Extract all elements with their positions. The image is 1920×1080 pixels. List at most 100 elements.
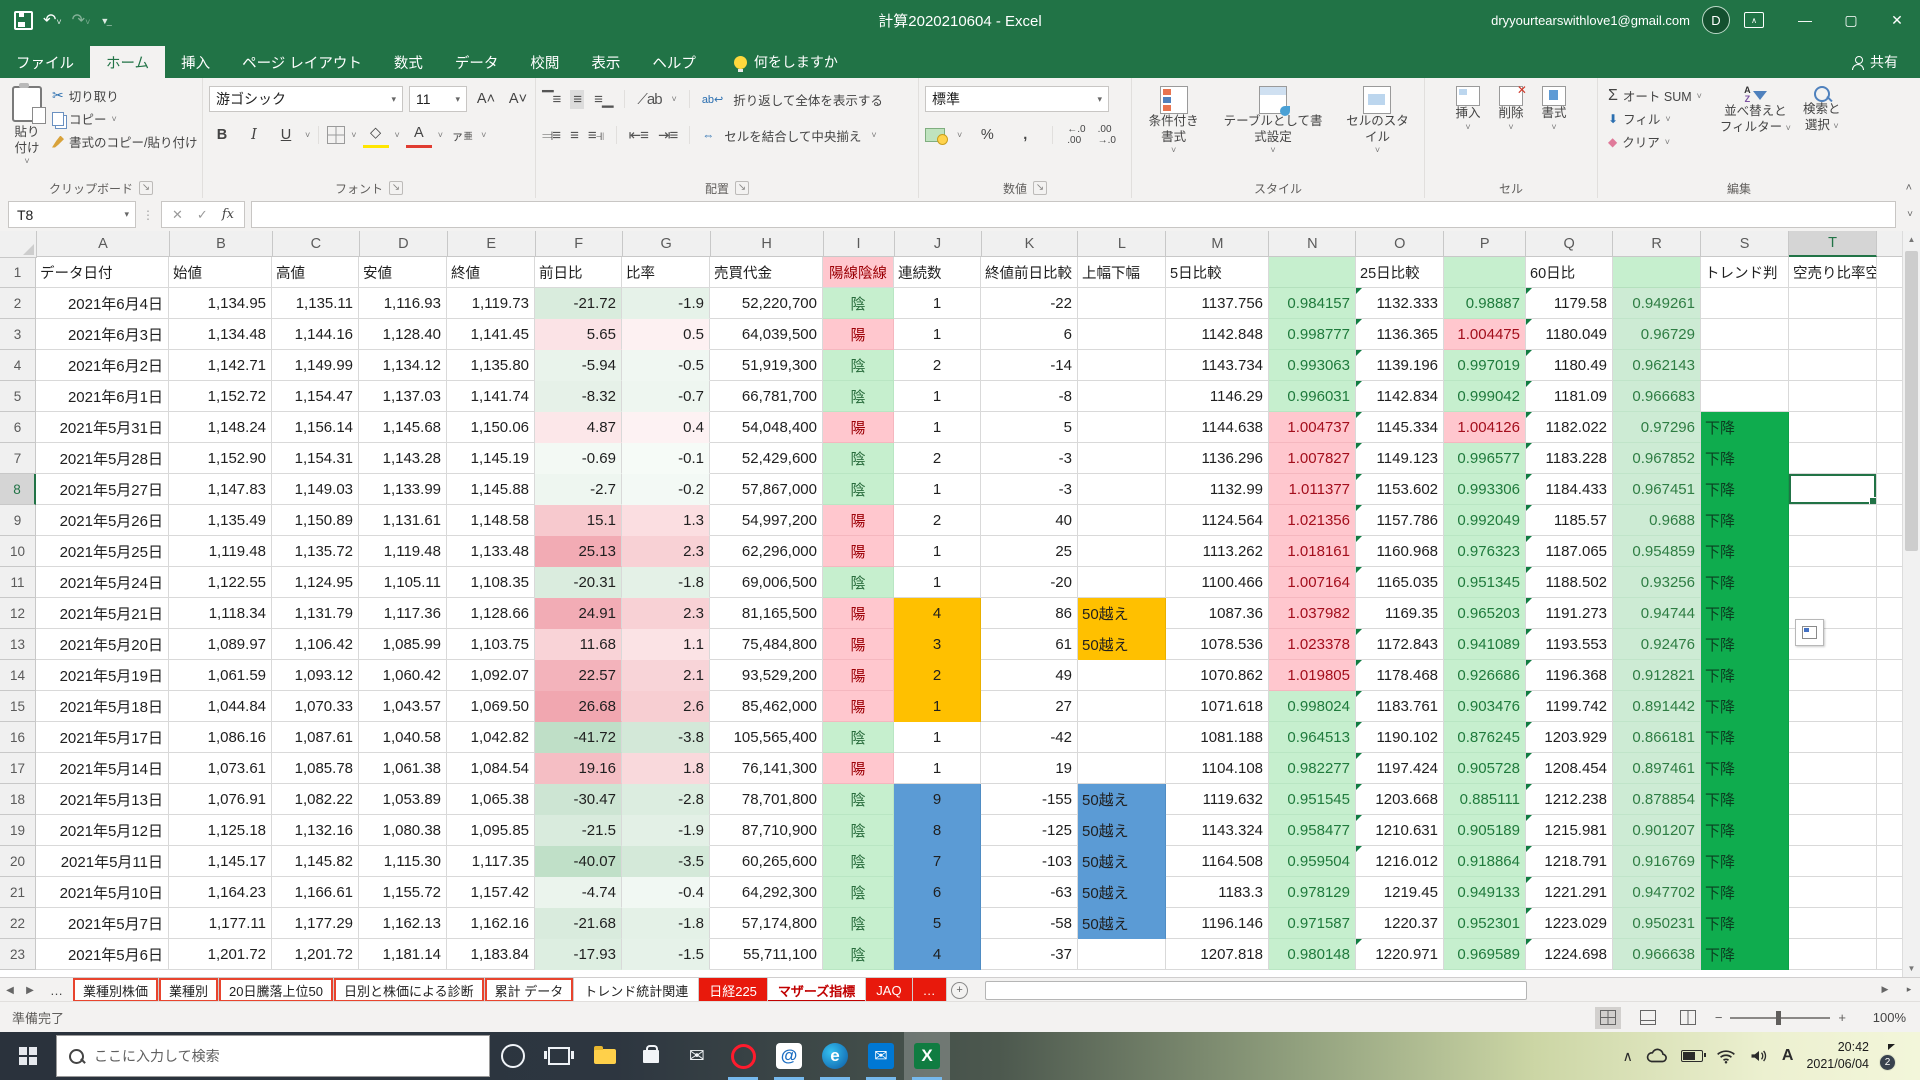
format-cells-button[interactable]: 書式 ˅ (1536, 82, 1573, 137)
cell-J2[interactable]: 1 (894, 288, 981, 319)
cell-C3[interactable]: 1,144.16 (272, 319, 359, 350)
cell-A14[interactable]: 2021年5月19日 (36, 660, 169, 691)
delete-cells-button[interactable]: 削除 ˅ (1492, 82, 1529, 137)
cell-N8[interactable]: 1.011377 (1269, 474, 1356, 505)
cell-B2[interactable]: 1,134.95 (169, 288, 272, 319)
row-header-4[interactable]: 4 (0, 350, 36, 381)
borders-icon[interactable] (327, 126, 345, 144)
cell-S9[interactable]: 下降 (1701, 505, 1789, 536)
email-client-button[interactable]: @ (766, 1032, 812, 1080)
cell-O22[interactable]: 1220.37 (1356, 908, 1444, 939)
cell-E19[interactable]: 1,095.85 (447, 815, 535, 846)
name-box[interactable]: T8 ▾ (8, 201, 136, 228)
cell-T21[interactable] (1789, 877, 1877, 908)
increase-indent-icon[interactable]: ⇥≡ (658, 126, 677, 144)
conditional-formatting-button[interactable]: 条件付き書式 ˅ (1138, 82, 1209, 161)
row-header-3[interactable]: 3 (0, 319, 36, 350)
cell-A17[interactable]: 2021年5月14日 (36, 753, 169, 784)
cell-F22[interactable]: -21.68 (535, 908, 622, 939)
decrease-indent-icon[interactable]: ⇤≡ (629, 126, 648, 144)
cell-M22[interactable]: 1196.146 (1166, 908, 1269, 939)
cell-B4[interactable]: 1,142.71 (169, 350, 272, 381)
cell-L19[interactable]: 50越え (1078, 815, 1166, 846)
column-header-T[interactable]: T (1789, 231, 1877, 257)
cell-C20[interactable]: 1,145.82 (272, 846, 359, 877)
cell-C2[interactable]: 1,135.11 (272, 288, 359, 319)
tab-view[interactable]: 表示 (575, 46, 636, 78)
cell-A6[interactable]: 2021年5月31日 (36, 412, 169, 443)
cell-M18[interactable]: 1119.632 (1166, 784, 1269, 815)
column-header-K[interactable]: K (982, 231, 1079, 257)
cell-G15[interactable]: 2.6 (622, 691, 710, 722)
cell-B21[interactable]: 1,164.23 (169, 877, 272, 908)
header-cell[interactable]: トレンド判 (1701, 257, 1789, 288)
cell-J21[interactable]: 6 (894, 877, 981, 908)
cell-K17[interactable]: 19 (981, 753, 1078, 784)
cell-H3[interactable]: 64,039,500 (710, 319, 823, 350)
cell-F4[interactable]: -5.94 (535, 350, 622, 381)
normal-view-button[interactable] (1595, 1007, 1621, 1029)
wifi-icon[interactable] (1716, 1048, 1736, 1064)
column-header-B[interactable]: B (170, 231, 273, 257)
cell-J3[interactable]: 1 (894, 319, 981, 350)
header-cell[interactable]: 陽線陰線 (823, 257, 894, 288)
cell-F23[interactable]: -17.93 (535, 939, 622, 970)
font-size-select[interactable]: 11▾ (409, 86, 467, 112)
cell-J22[interactable]: 5 (894, 908, 981, 939)
cell-T16[interactable] (1789, 722, 1877, 753)
row-header-22[interactable]: 22 (0, 908, 36, 939)
cell-I22[interactable]: 陰 (823, 908, 894, 939)
cell-E15[interactable]: 1,069.50 (447, 691, 535, 722)
copy-button[interactable]: コピー ˅ (48, 107, 201, 130)
font-color-button[interactable]: A (406, 123, 432, 148)
cell-P22[interactable]: 0.952301 (1444, 908, 1526, 939)
cell-J14[interactable]: 2 (894, 660, 981, 691)
cell-F18[interactable]: -30.47 (535, 784, 622, 815)
header-cell[interactable]: 5日比較 (1166, 257, 1269, 288)
cell-D18[interactable]: 1,053.89 (359, 784, 447, 815)
alignment-dialog-launcher[interactable]: ↘ (735, 181, 749, 195)
cell-O7[interactable]: 1149.123 (1356, 443, 1444, 474)
cell-K16[interactable]: -42 (981, 722, 1078, 753)
insert-cells-button[interactable]: 挿入 ˅ (1449, 82, 1486, 137)
tab-insert[interactable]: 挿入 (165, 46, 226, 78)
cell-C14[interactable]: 1,093.12 (272, 660, 359, 691)
cell-N4[interactable]: 0.993063 (1269, 350, 1356, 381)
cell-L9[interactable] (1078, 505, 1166, 536)
formula-input[interactable] (251, 201, 1896, 228)
cell-E7[interactable]: 1,145.19 (447, 443, 535, 474)
header-cell[interactable] (1613, 257, 1701, 288)
cell-A3[interactable]: 2021年6月3日 (36, 319, 169, 350)
cell-H5[interactable]: 66,781,700 (710, 381, 823, 412)
undo-button[interactable]: ↶˅ (43, 10, 62, 30)
cell-L22[interactable]: 50越え (1078, 908, 1166, 939)
cell-B5[interactable]: 1,152.72 (169, 381, 272, 412)
cell-B10[interactable]: 1,119.48 (169, 536, 272, 567)
cell-N11[interactable]: 1.007164 (1269, 567, 1356, 598)
cell-I19[interactable]: 陰 (823, 815, 894, 846)
cell-Q23[interactable]: 1224.698 (1526, 939, 1613, 970)
tab-help[interactable]: ヘルプ (636, 46, 712, 78)
cell-F3[interactable]: 5.65 (535, 319, 622, 350)
cell-C9[interactable]: 1,150.89 (272, 505, 359, 536)
cell-P2[interactable]: 0.98887 (1444, 288, 1526, 319)
format-painter-button[interactable]: 書式のコピー/貼り付け (48, 130, 201, 153)
cell-M15[interactable]: 1071.618 (1166, 691, 1269, 722)
cell-T8[interactable] (1789, 474, 1877, 505)
cell-O18[interactable]: 1203.668 (1356, 784, 1444, 815)
cell-H2[interactable]: 52,220,700 (710, 288, 823, 319)
cell-J5[interactable]: 1 (894, 381, 981, 412)
cell-K20[interactable]: -103 (981, 846, 1078, 877)
header-cell[interactable]: 60日比 (1526, 257, 1613, 288)
cell-K6[interactable]: 5 (981, 412, 1078, 443)
cell-R10[interactable]: 0.954859 (1613, 536, 1701, 567)
cell-L12[interactable]: 50越え (1078, 598, 1166, 629)
insert-function-icon[interactable]: fx (222, 207, 234, 222)
scroll-down-icon[interactable]: ▼ (1903, 960, 1920, 977)
vertical-scrollbar[interactable]: ▲ ▼ (1902, 231, 1920, 977)
file-explorer-button[interactable] (582, 1032, 628, 1080)
mail-app-button[interactable]: ✉ (674, 1032, 720, 1080)
cell-P8[interactable]: 0.993306 (1444, 474, 1526, 505)
cell-J11[interactable]: 1 (894, 567, 981, 598)
outlook-button[interactable]: ✉ (858, 1032, 904, 1080)
